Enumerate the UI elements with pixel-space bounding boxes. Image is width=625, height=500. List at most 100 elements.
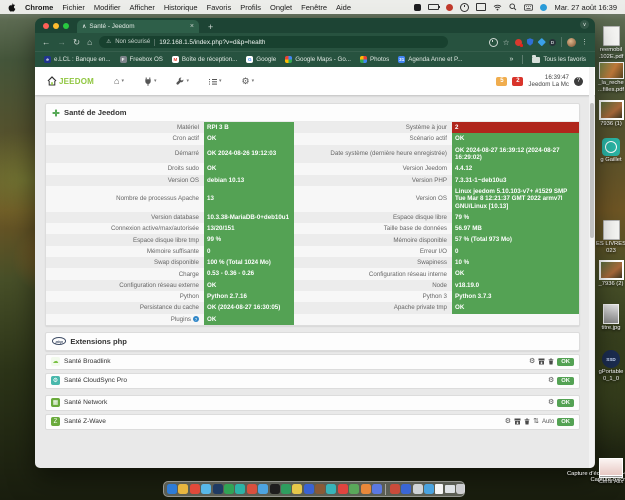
clock-status-icon[interactable] (460, 3, 469, 12)
dock-app-icon[interactable] (292, 484, 302, 494)
new-tab-button[interactable]: + (208, 22, 213, 32)
dock-app-icon[interactable] (201, 484, 211, 494)
all-favorites-button[interactable]: Tous les favoris (532, 56, 586, 63)
dock-app-icon[interactable] (270, 484, 280, 494)
minimize-window-button[interactable] (53, 23, 59, 29)
plugin-archive-icon[interactable] (514, 418, 521, 425)
home-button[interactable]: ⌂ (87, 38, 92, 47)
scrollbar-thumb[interactable] (590, 103, 594, 238)
jeedom-clock-profile[interactable]: 16:39:47 Jeedom La Mc (528, 74, 569, 89)
desktop-icon[interactable]: ES LIVRES 023 (591, 220, 625, 255)
plugin-settings-icon[interactable]: ⚙ (548, 399, 554, 406)
menubar-item[interactable]: Profils (240, 3, 261, 12)
plugin-sort-icon[interactable]: ⇅ (533, 418, 539, 425)
reading-list-icon[interactable] (489, 38, 498, 47)
apple-menu-icon[interactable] (8, 3, 16, 12)
control-center-icon[interactable] (540, 4, 547, 11)
dock-app-icon[interactable] (304, 484, 314, 494)
plugin-archive-icon[interactable] (538, 358, 545, 365)
extension-bolt-icon[interactable] (537, 38, 545, 46)
dock-minimized-window[interactable] (390, 484, 400, 494)
desktop-icon[interactable]: _7936 (2) (591, 260, 625, 288)
menu-analysis[interactable]: ▾ (209, 78, 222, 85)
dock-folder-icon[interactable] (445, 485, 455, 493)
dock-minimized-window[interactable] (401, 484, 411, 494)
menubar-item[interactable]: Aide (336, 3, 351, 12)
reload-button[interactable]: ↻ (73, 38, 80, 47)
plugin-trash-icon[interactable] (548, 358, 554, 365)
tab-sante-jeedom[interactable]: ∧ Santé - Jeedom × (77, 20, 199, 33)
plugin-settings-icon[interactable]: ⚙ (505, 418, 511, 425)
desktop-icon[interactable]: Capture d'écran (591, 458, 625, 484)
dock-minimized-window[interactable] (424, 484, 434, 494)
dock-app-icon[interactable] (315, 484, 325, 494)
plugin-health-row[interactable]: Z Santé Z-Wave ⚙ ⇅ Auto OK (45, 414, 580, 430)
extension-adblock-icon[interactable] (515, 39, 522, 46)
menu-tools[interactable]: ▾ (176, 77, 189, 85)
menubar-item[interactable]: Fenêtre (301, 3, 327, 12)
plugin-trash-icon[interactable] (524, 418, 530, 425)
dock-app-icon[interactable] (361, 484, 371, 494)
battery-icon[interactable] (428, 4, 439, 11)
dock-app-icon[interactable] (258, 484, 268, 494)
dock-document-icon[interactable] (435, 484, 443, 494)
dock-app-icon[interactable] (235, 484, 245, 494)
plugin-settings-icon[interactable]: ⚙ (529, 358, 535, 365)
dock-app-icon[interactable] (178, 484, 188, 494)
keyboard-input-icon[interactable] (524, 4, 533, 11)
dock-app-icon[interactable] (372, 484, 382, 494)
search-icon[interactable] (509, 3, 517, 11)
close-window-button[interactable] (43, 23, 49, 29)
menubar-item[interactable]: Afficher (130, 3, 155, 12)
plugin-health-row[interactable]: ☁ Santé Broadlink ⚙ ⇅ OK (45, 354, 580, 370)
bookmarks-overflow-icon[interactable]: » (509, 56, 513, 63)
bookmark-item[interactable]: Photos (360, 56, 389, 63)
extension-shield-icon[interactable] (527, 38, 534, 46)
back-button[interactable]: ← (42, 38, 51, 47)
forward-button[interactable]: → (58, 38, 67, 47)
password-manager-icon[interactable] (414, 4, 421, 11)
plugin-health-row[interactable]: ⚙ Santé CloudSync Pro ⚙ ⇅ OK (45, 373, 580, 389)
plugin-health-row[interactable]: ▦ Santé Network ⚙ ⇅ OK (45, 395, 580, 411)
menubar-item[interactable]: Fichier (62, 3, 85, 12)
dock-app-icon[interactable] (190, 484, 200, 494)
zoom-window-button[interactable] (63, 23, 69, 29)
chrome-menu-icon[interactable]: ⋮ (581, 38, 588, 46)
page-scrollbar[interactable] (589, 67, 594, 468)
dock-app-icon[interactable] (338, 484, 348, 494)
menubar-item[interactable]: Onglet (270, 3, 292, 12)
bookmark-star-icon[interactable]: ☆ (503, 38, 510, 47)
dock-app-icon[interactable] (224, 484, 234, 494)
desktop-icon[interactable]: titre.jpg (591, 304, 625, 332)
dock-app-icon[interactable] (281, 484, 291, 494)
warning-count-badge[interactable]: 5 (496, 77, 507, 86)
menu-home[interactable]: ⌂ ▾ (114, 77, 124, 86)
display-icon[interactable] (476, 3, 486, 11)
desktop-icon[interactable]: 7936 (1) (591, 100, 625, 128)
desktop-icon[interactable]: SSD gPortable 0_1_0 (591, 350, 625, 383)
menu-settings[interactable]: ⚙ ▾ (242, 77, 255, 86)
profile-avatar[interactable] (567, 38, 576, 47)
jeedom-logo[interactable]: JEEDOM (47, 76, 94, 86)
dock-app-icon[interactable] (326, 484, 336, 494)
extension-dark-icon[interactable]: D (549, 39, 556, 46)
bookmark-item[interactable]: Google Maps - Go... (285, 56, 351, 63)
dock-app-icon[interactable] (247, 484, 257, 494)
menubar-clock[interactable]: Mar. 27 août 16:39 (554, 3, 617, 12)
bookmark-item[interactable]: M Boîte de réception... (172, 56, 237, 63)
dock-app-icon[interactable] (349, 484, 359, 494)
trash-icon[interactable] (456, 484, 465, 494)
menubar-item[interactable]: Historique (164, 3, 198, 12)
menubar-item[interactable]: Modifier (94, 3, 121, 12)
red-app-status-icon[interactable] (446, 4, 453, 11)
dock-app-icon[interactable] (213, 484, 223, 494)
menubar-item[interactable]: Favoris (207, 3, 232, 12)
tab-search-chevron-icon[interactable]: ∨ (580, 20, 589, 29)
help-icon[interactable]: ? (574, 77, 583, 86)
bookmark-item[interactable]: e e.LCL : Banque en... (44, 56, 111, 63)
menubar-item[interactable]: Chrome (25, 3, 53, 12)
bookmark-item[interactable]: G Google (246, 56, 276, 63)
desktop-icon[interactable]: _la_reche ...filles.pdf (591, 62, 625, 94)
error-count-badge[interactable]: 2 (512, 77, 523, 86)
desktop-icon[interactable]: g Gaillet (591, 138, 625, 164)
